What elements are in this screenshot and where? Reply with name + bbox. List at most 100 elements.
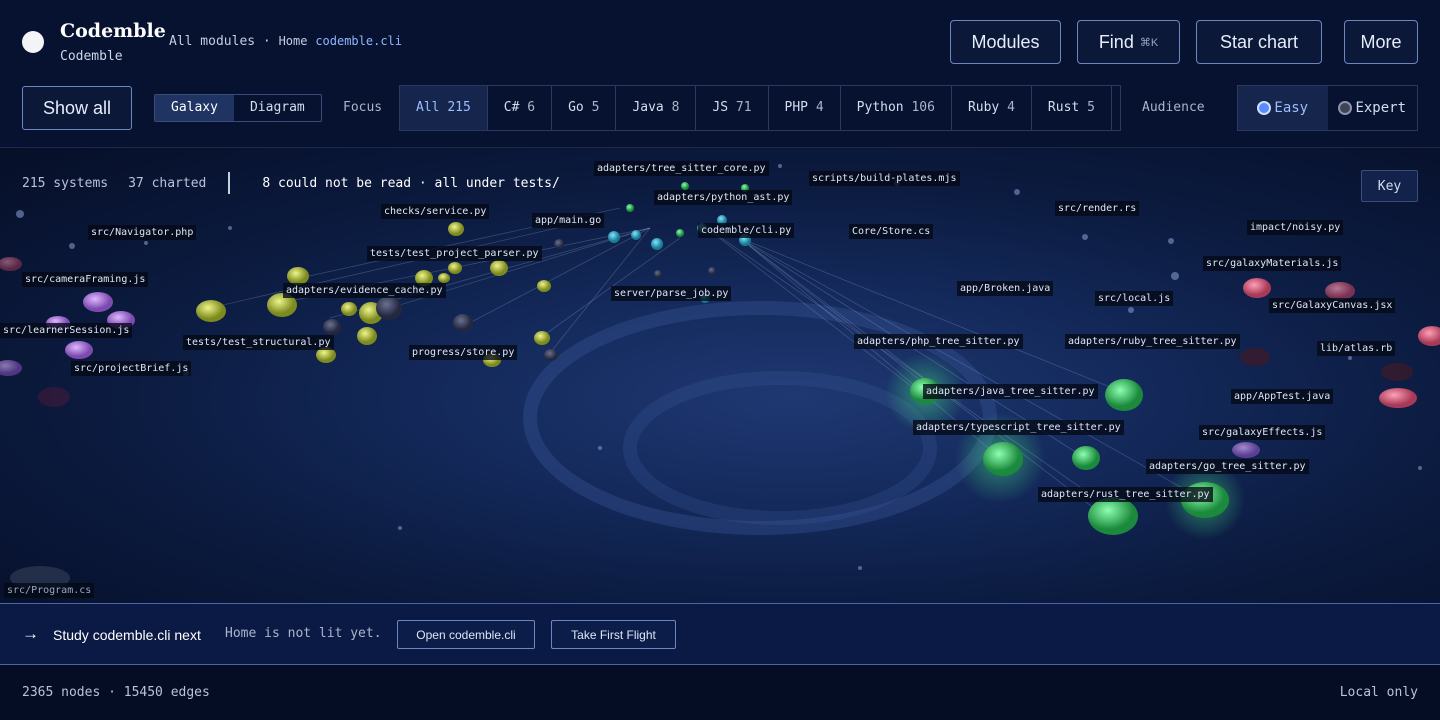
first-flight-button[interactable]: Take First Flight [551,620,676,649]
privacy-mode: Local only [1339,685,1418,700]
audience-easy-label: Easy [1274,100,1309,116]
node-label[interactable]: src/GalaxyCanvas.jsx [1269,298,1396,313]
show-all-button[interactable]: Show all [22,86,132,130]
node-label[interactable]: src/galaxyEffects.js [1199,425,1326,440]
lang-count: 5 [1087,100,1095,115]
radio-selected-icon [1257,101,1272,115]
audience-easy-option[interactable]: Easy [1238,86,1328,130]
node-label[interactable]: adapters/tree_sitter_core.py [594,161,769,176]
lang-count: 4 [1007,100,1015,115]
lang-filter-java[interactable]: Java 8 [616,86,697,130]
node-label[interactable]: codemble/cli.py [698,223,795,238]
status-footer: 2365 nodes · 15450 edges Local only [0,665,1440,720]
more-button-label: More [1360,31,1402,52]
node-label[interactable]: adapters/python_ast.py [654,190,793,205]
node-label[interactable]: src/Program.cs [4,583,95,598]
next-step-note: Home is not lit yet. [225,626,382,641]
lang-filter-php[interactable]: PHP 4 [769,86,841,130]
node-label[interactable]: impact/noisy.py [1247,220,1344,235]
lang-count: 5 [591,100,600,115]
open-module-label: Open codemble.cli [416,627,516,642]
node-label[interactable]: src/projectBrief.js [71,361,192,376]
lang-name: Ruby [967,100,1000,115]
app-title: Codemble [60,20,166,42]
lang-count: 4 [815,100,824,115]
filter-toolbar: Show all Galaxy Diagram Focus All 215 C#… [0,84,1440,148]
view-galaxy-tab[interactable]: Galaxy [155,95,234,121]
graph-counts: 2365 nodes · 15450 edges [22,685,210,700]
radio-unselected-icon [1338,101,1353,115]
lang-filter-csharp[interactable]: C# 6 [488,86,553,130]
node-label[interactable]: scripts/build-plates.mjs [809,171,960,186]
node-label[interactable]: src/learnerSession.js [0,323,133,338]
node-label[interactable]: Core/Store.cs [849,224,934,239]
galaxy-canvas[interactable]: 215 systems 37 charted 8 could not be re… [0,148,1440,603]
lang-name: Python [856,100,904,115]
show-all-label: Show all [42,97,112,118]
view-diagram-tab[interactable]: Diagram [234,95,321,121]
top-bar: Codemble Codemble All modules · Home cod… [0,0,1440,84]
lang-filter-all[interactable]: All 215 [400,86,488,130]
audience-expert-label: Expert [1355,100,1407,116]
node-label[interactable]: tests/test_project_parser.py [367,246,542,261]
view-switch: Galaxy Diagram [154,94,322,122]
node-label[interactable]: adapters/go_tree_sitter.py [1146,459,1309,474]
find-button-label: Find [1098,31,1134,52]
systems-count: 215 systems [22,175,109,191]
breadcrumb-root[interactable]: All modules [169,34,255,49]
node-label[interactable]: src/galaxyMaterials.js [1203,256,1342,271]
breadcrumb-home[interactable]: Home [279,34,308,48]
node-label[interactable]: adapters/java_tree_sitter.py [923,384,1098,399]
audience-expert-option[interactable]: Expert [1328,86,1418,130]
lang-filter-js[interactable]: JS 71 [696,86,769,130]
find-button[interactable]: Find ⌘K [1077,20,1180,64]
star-chart-button[interactable]: Star chart [1196,20,1322,64]
node-label[interactable]: adapters/rust_tree_sitter.py [1038,487,1213,502]
node-label[interactable]: checks/service.py [381,204,490,219]
modules-button[interactable]: Modules [950,20,1061,64]
logo-icon [22,31,44,53]
node-label[interactable]: app/main.go [532,213,605,228]
lang-name: PHP [784,100,809,115]
language-filter: All 215 C# 6 Go 5 Java 8 JS 71 PHP 4 Pyt… [399,85,1121,131]
node-label[interactable]: app/Broken.java [957,281,1054,296]
find-shortcut: ⌘K [1139,36,1159,49]
key-button[interactable]: Key [1361,170,1418,202]
audience-label: Audience [1142,100,1205,115]
stats-divider [228,172,231,194]
lang-count: 215 [447,100,471,115]
key-button-label: Key [1377,178,1402,194]
node-label[interactable]: progress/store.py [409,345,518,360]
unreadable-warning: 8 could not be read · all under tests/ [262,175,560,191]
galaxy-stats: 215 systems 37 charted 8 could not be re… [22,172,560,194]
node-label[interactable]: adapters/evidence_cache.py [283,283,446,298]
galaxy-edges [209,207,1201,529]
node-label[interactable]: tests/test_structural.py [183,335,334,350]
node-label[interactable]: lib/atlas.rb [1317,341,1396,356]
charted-count: 37 charted [128,175,207,191]
lang-count: 106 [911,100,935,115]
more-button[interactable]: More [1344,20,1418,64]
node-label[interactable]: server/parse_job.py [611,286,732,301]
lang-count: 8 [671,100,680,115]
node-label[interactable]: adapters/php_tree_sitter.py [854,334,1023,349]
node-label[interactable]: adapters/typescript_tree_sitter.py [913,420,1124,435]
lang-name: JS [712,100,729,115]
node-label[interactable]: src/local.js [1095,291,1174,306]
node-label[interactable]: src/render.rs [1055,201,1140,216]
lang-filter-go[interactable]: Go 5 [552,86,617,130]
next-step-title: Study codemble.cli next [53,627,201,643]
node-label[interactable]: src/Navigator.php [88,225,197,240]
lang-filter-rust[interactable]: Rust 5 [1032,86,1112,130]
breadcrumb: All modules · Home codemble.cli [169,34,402,49]
node-label[interactable]: adapters/ruby_tree_sitter.py [1065,334,1240,349]
node-label[interactable]: src/cameraFraming.js [22,272,149,287]
open-module-button[interactable]: Open codemble.cli [397,620,535,649]
lang-filter-ruby[interactable]: Ruby 4 [952,86,1032,130]
lang-filter-python[interactable]: Python 106 [841,86,952,130]
lang-count: 6 [527,100,536,115]
lang-name: All [416,100,440,115]
app-subtitle: Codemble [60,49,123,64]
node-label[interactable]: app/AppTest.java [1231,389,1334,404]
arrow-right-icon: → [22,624,39,643]
